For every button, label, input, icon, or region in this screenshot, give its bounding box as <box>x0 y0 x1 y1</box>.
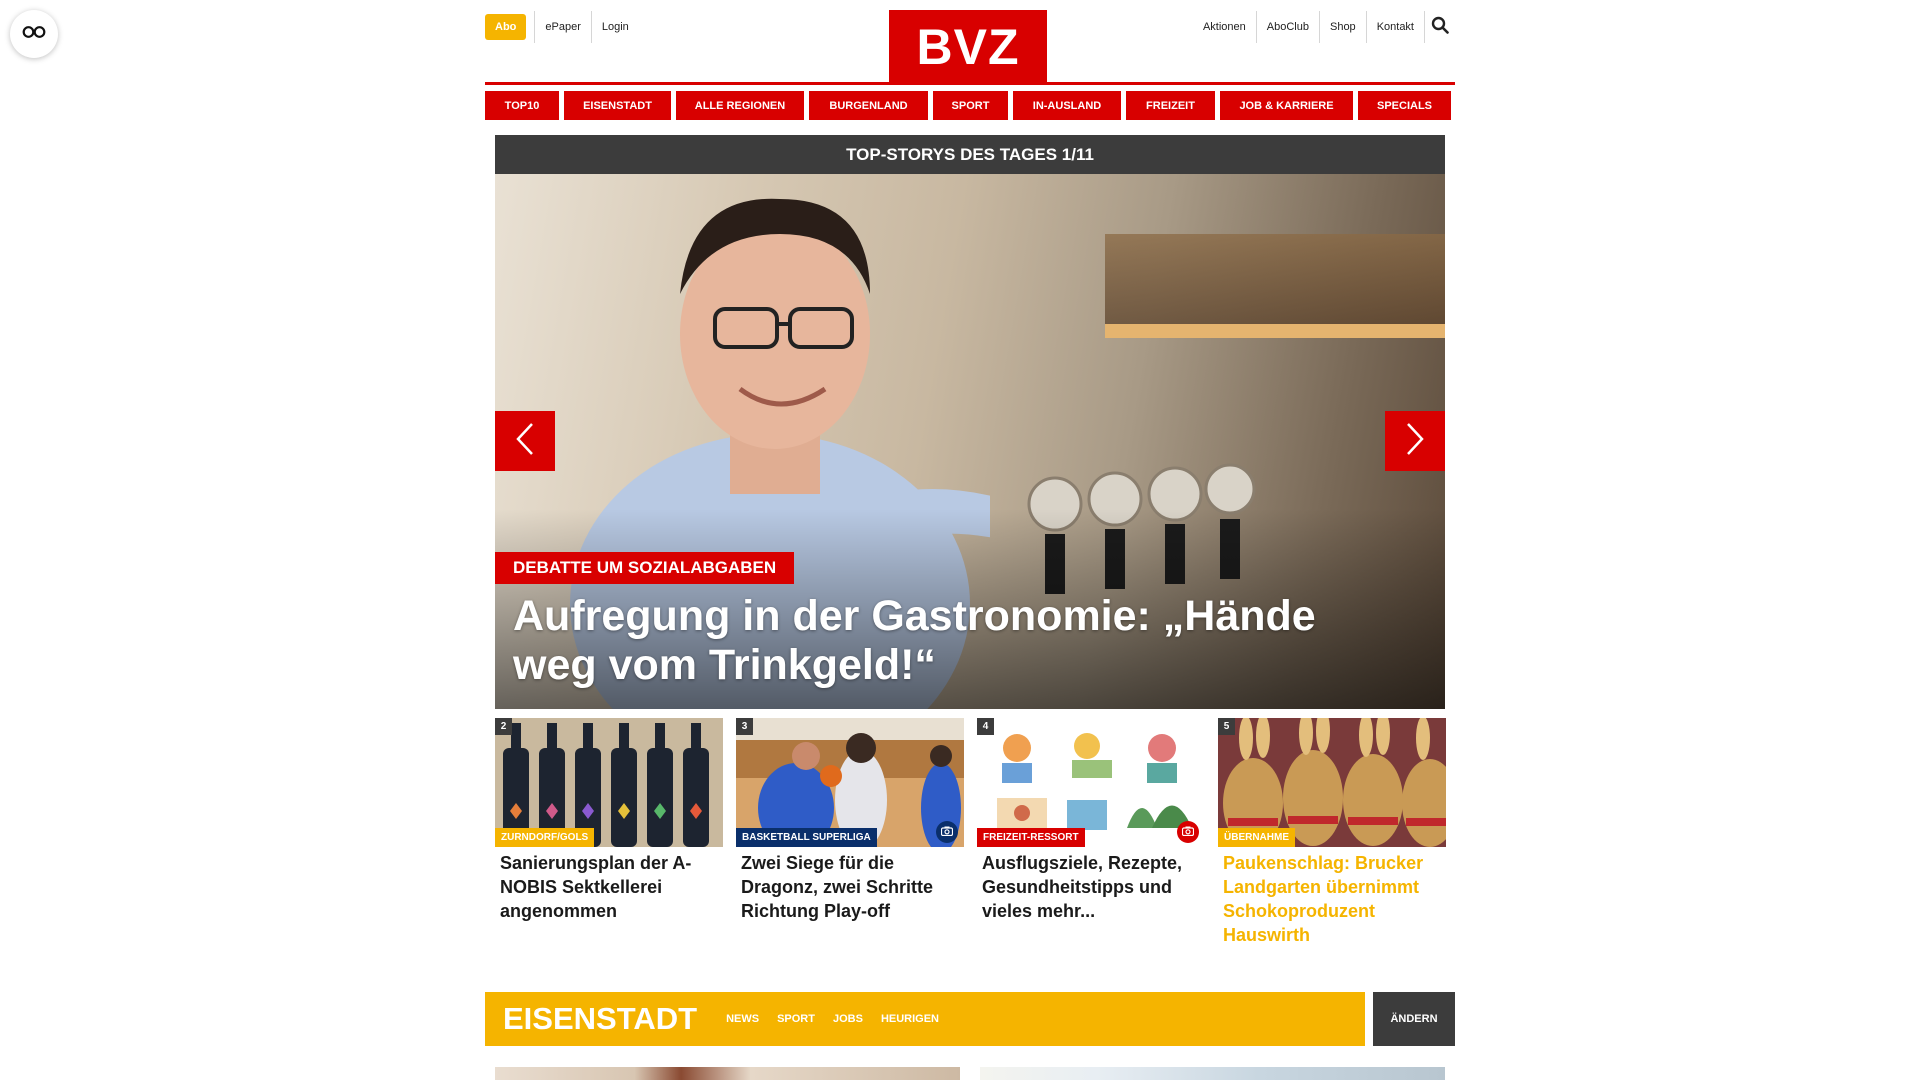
nav-item-burgenland[interactable]: BURGENLAND <box>809 91 928 120</box>
region-link-sport[interactable]: SPORT <box>768 1013 824 1025</box>
story-card-image: 4 FREIZEIT-RESSORT <box>977 718 1205 847</box>
nav-item-alle-regionen[interactable]: ALLE REGIONEN <box>676 91 804 120</box>
hero-kicker-label[interactable]: DEBATTE UM SOZIALABGABEN <box>495 552 795 584</box>
aboclub-link[interactable]: AboClub <box>1257 11 1319 43</box>
page-wrapper: Abo ePaper Login BVZ Aktionen AboClub Sh… <box>485 0 1455 1080</box>
abo-button[interactable]: Abo <box>485 14 527 40</box>
story-card[interactable]: 4 FREIZEIT-RESSORT Ausflugsziele, Rezept… <box>977 718 1205 947</box>
glasses-icon <box>22 25 46 44</box>
region-link-heurigen[interactable]: HEURIGEN <box>872 1013 948 1025</box>
story-card[interactable]: 5 ÜBERNAHME Paukenschlag: Brucker Landga… <box>1218 718 1446 947</box>
slider-prev-button[interactable] <box>495 411 555 471</box>
story-card-title[interactable]: Paukenschlag: Brucker Landgarten übernim… <box>1218 847 1446 947</box>
search-icon <box>1431 16 1449 39</box>
hero-story[interactable]: DEBATTE UM SOZIALABGABEN Aufregung in de… <box>495 174 1445 709</box>
story-card-title[interactable]: Sanierungsplan der A-NOBIS Sektkellerei … <box>495 847 723 923</box>
story-card-title[interactable]: Ausflugsziele, Rezepte, Gesundheitstipps… <box>977 847 1205 923</box>
region-story-image[interactable] <box>495 1067 960 1080</box>
story-card-title[interactable]: Zwei Siege für die Dragonz, zwei Schritt… <box>736 847 964 923</box>
kontakt-link[interactable]: Kontakt <box>1367 11 1424 43</box>
region-story-image[interactable] <box>980 1067 1445 1080</box>
login-link[interactable]: Login <box>592 11 639 43</box>
story-category-tag: FREIZEIT-RESSORT <box>977 828 1085 847</box>
shop-link[interactable]: Shop <box>1320 11 1366 43</box>
story-card[interactable]: 3 BASKETBALL SUPERLIGA Zwei Siege für di… <box>736 718 964 947</box>
region-link-news[interactable]: NEWS <box>717 1013 768 1025</box>
nav-item-job-karriere[interactable]: JOB & KARRIERE <box>1220 91 1353 120</box>
story-rank-badge: 5 <box>1218 718 1235 735</box>
search-button[interactable] <box>1425 11 1455 43</box>
nav-item-in-ausland[interactable]: IN-AUSLAND <box>1013 91 1121 120</box>
camera-icon <box>940 823 954 841</box>
slider-next-button[interactable] <box>1385 411 1445 471</box>
header-left-links: Abo ePaper Login <box>485 11 639 43</box>
hero-headline[interactable]: Aufregung in der Gastronomie: „Hände weg… <box>513 592 1393 690</box>
main-navigation: TOP10 EISENSTADT ALLE REGIONEN BURGENLAN… <box>485 91 1455 120</box>
nav-item-sport[interactable]: SPORT <box>933 91 1008 120</box>
nav-item-top10[interactable]: TOP10 <box>485 91 559 120</box>
story-rank-badge: 2 <box>495 718 512 735</box>
reader-mode-button[interactable] <box>10 10 58 58</box>
camera-icon <box>1181 823 1195 841</box>
story-card-image: 2 ZURNDORF/GOLS <box>495 718 723 847</box>
gallery-badge <box>1177 821 1199 843</box>
chevron-right-icon <box>1405 422 1425 461</box>
epaper-link[interactable]: ePaper <box>535 11 590 43</box>
story-card-image: 3 BASKETBALL SUPERLIGA <box>736 718 964 847</box>
chevron-left-icon <box>515 422 535 461</box>
nav-item-specials[interactable]: SPECIALS <box>1358 91 1451 120</box>
story-rank-badge: 4 <box>977 718 994 735</box>
site-header: Abo ePaper Login BVZ Aktionen AboClub Sh… <box>485 0 1455 86</box>
hero-image-shelf-light <box>1105 324 1445 338</box>
region-link-jobs[interactable]: JOBS <box>824 1013 872 1025</box>
story-category-tag: BASKETBALL SUPERLIGA <box>736 828 877 847</box>
change-region-button[interactable]: ÄNDERN <box>1373 992 1455 1046</box>
nav-item-freizeit[interactable]: FREIZEIT <box>1126 91 1215 120</box>
region-title[interactable]: EISENSTADT <box>485 1001 717 1037</box>
story-card[interactable]: 2 ZURNDORF/GOLS Sanierungsplan der A-NOB… <box>495 718 723 947</box>
header-right-links: Aktionen AboClub Shop Kontakt <box>1193 11 1455 43</box>
top-stories-section: TOP-STORYS DES TAGES 1/11 DEBATTE UM SOZ… <box>495 135 1445 709</box>
region-bar: EISENSTADT NEWS SPORT JOBS HEURIGEN <box>485 992 1365 1046</box>
aktionen-link[interactable]: Aktionen <box>1193 11 1256 43</box>
region-story-images <box>495 1067 1445 1080</box>
story-card-image: 5 ÜBERNAHME <box>1218 718 1446 847</box>
hero-image-shelf <box>1105 234 1445 329</box>
gallery-badge <box>936 821 958 843</box>
nav-item-eisenstadt[interactable]: EISENSTADT <box>564 91 671 120</box>
bvz-logo[interactable]: BVZ <box>889 10 1047 84</box>
story-category-tag: ZURNDORF/GOLS <box>495 828 595 847</box>
story-cards: 2 ZURNDORF/GOLS Sanierungsplan der A-NOB… <box>495 718 1446 947</box>
top-stories-heading: TOP-STORYS DES TAGES 1/11 <box>495 135 1445 174</box>
story-category-tag: ÜBERNAHME <box>1218 828 1295 847</box>
region-section-header: EISENSTADT NEWS SPORT JOBS HEURIGEN ÄNDE… <box>485 992 1455 1046</box>
header-divider-line <box>485 82 1455 85</box>
story-rank-badge: 3 <box>736 718 753 735</box>
